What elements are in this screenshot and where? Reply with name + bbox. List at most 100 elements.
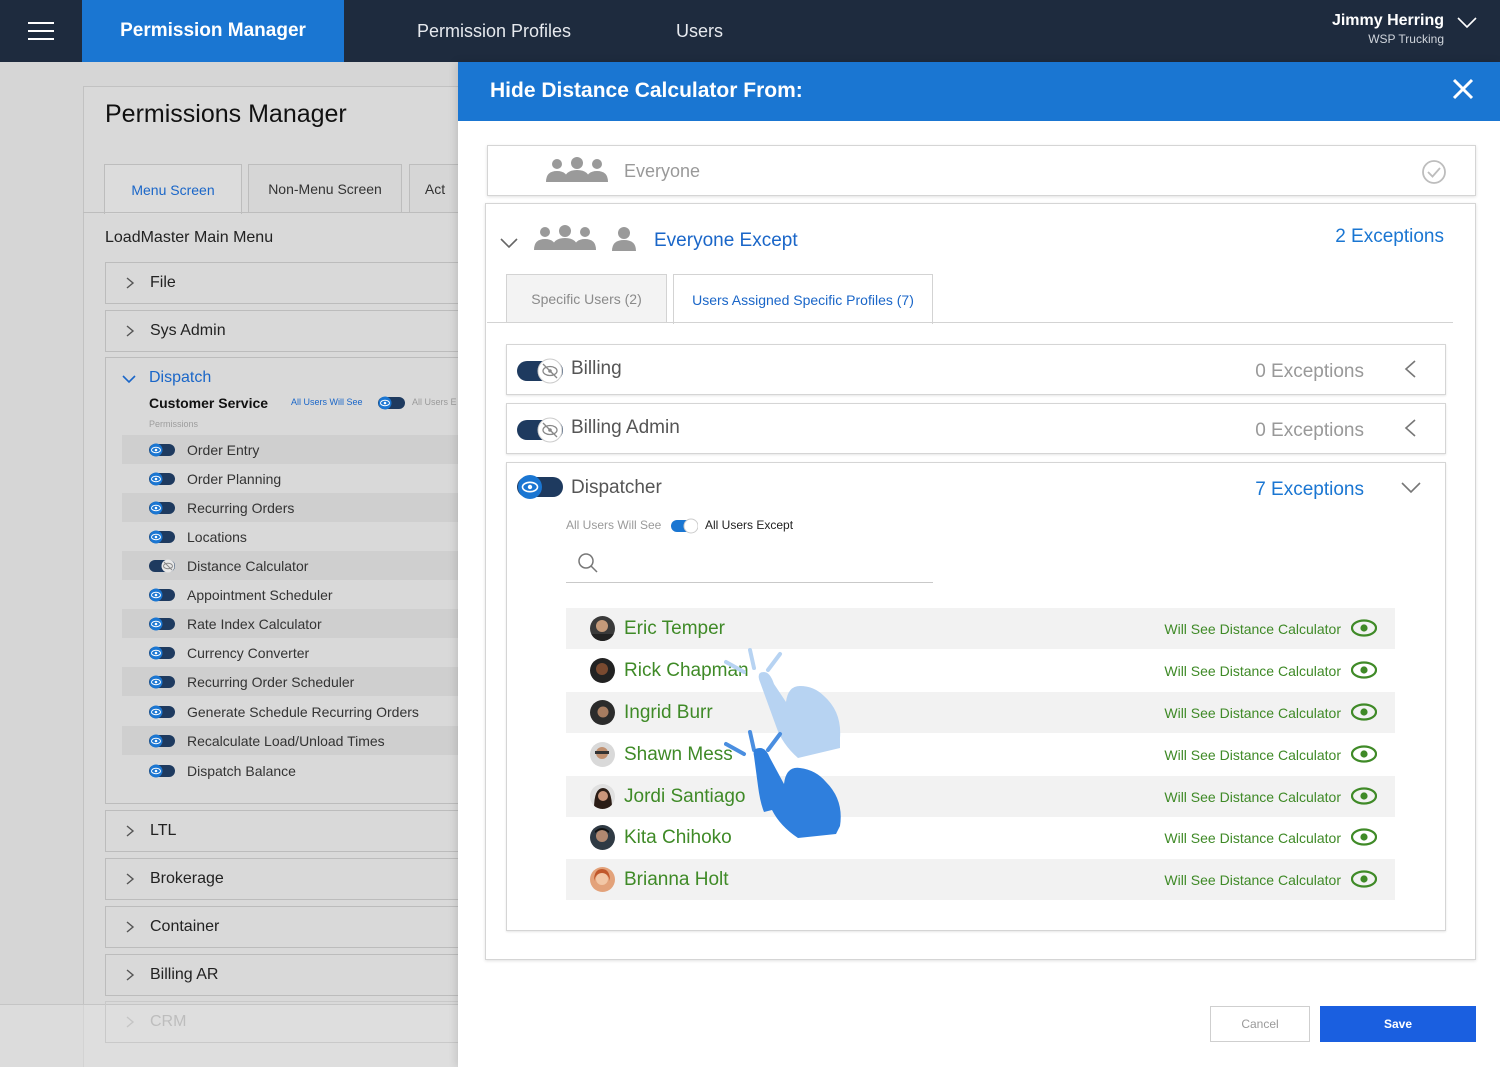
permission-row[interactable]: Recurring Order Scheduler [122,667,458,696]
eye-off-toggle[interactable] [517,358,563,384]
nav-permission-manager[interactable]: Permission Manager [82,0,344,62]
eye-toggle[interactable] [149,646,175,660]
will-see-label: Will See Distance Calculator [1164,620,1341,637]
mini-all-users-except: All Users Except [705,518,794,532]
section-crm[interactable]: CRM [105,1001,465,1043]
eye-off-toggle[interactable] [149,559,175,573]
permission-row-selected[interactable]: Distance Calculator [122,551,458,580]
eye-toggle[interactable] [149,588,175,602]
tab-non-menu-screen[interactable]: Non-Menu Screen [248,164,402,212]
mode-toggle[interactable] [671,518,698,534]
permission-label: Recalculate Load/Unload Times [187,732,385,749]
chevron-down-icon[interactable] [122,374,136,384]
eye-toggle[interactable] [517,474,563,500]
option-everyone[interactable]: Everyone [487,145,1476,196]
eye-icon[interactable] [1351,618,1377,638]
eye-icon[interactable] [1351,869,1377,889]
permission-row[interactable]: Appointment Scheduler [122,580,458,609]
eye-toggle[interactable] [149,501,175,515]
page-title: Permissions Manager [105,100,347,128]
chevron-left-icon[interactable] [1403,418,1417,438]
chevron-left-icon[interactable] [1403,359,1417,379]
eye-toggle[interactable] [149,705,175,719]
section-dispatch-label[interactable]: Dispatch [149,369,211,387]
group-icon [534,225,596,250]
user-row[interactable]: Jordi Santiago Will See Distance Calcula… [566,776,1395,817]
eye-icon[interactable] [1351,827,1377,847]
eye-toggle[interactable] [149,472,175,486]
permission-row[interactable]: Locations [122,522,458,551]
section-label: Brokerage [150,870,224,887]
chevron-down-icon[interactable] [500,237,518,249]
eye-toggle[interactable] [149,443,175,457]
hide-from-modal: Hide Distance Calculator From: Everyone … [458,62,1500,1067]
eye-toggle[interactable] [149,734,175,748]
permission-row[interactable]: Recurring Orders [122,493,458,522]
eye-icon[interactable] [1351,702,1377,722]
user-name: Brianna Holt [624,868,729,890]
user-row[interactable]: Brianna Holt Will See Distance Calculato… [566,859,1395,900]
section-label: LTL [150,822,177,839]
tab-actions[interactable]: Act [409,164,461,212]
user-name: Ingrid Burr [624,701,713,723]
section-billing-ar[interactable]: Billing AR [105,954,465,996]
chevron-down-icon[interactable] [1456,16,1478,30]
group-icon [546,157,608,182]
permission-row[interactable]: Dispatch Balance [122,756,458,785]
avatar [590,784,615,809]
permission-row[interactable]: Currency Converter [122,638,458,667]
profile-row-billing-admin[interactable]: Billing Admin 0 Exceptions [506,403,1446,454]
save-button[interactable]: Save [1320,1006,1476,1042]
section-file[interactable]: File [105,262,465,304]
user-row[interactable]: Eric Temper Will See Distance Calculator [566,608,1395,649]
profile-row-billing[interactable]: Billing 0 Exceptions [506,344,1446,395]
chevron-down-icon[interactable] [1401,481,1421,495]
eye-toggle[interactable] [149,617,175,631]
section-sys-admin[interactable]: Sys Admin [105,310,465,352]
nav-permission-profiles[interactable]: Permission Profiles [417,0,571,62]
section-ltl[interactable]: LTL [105,810,465,852]
profile-name: Dispatcher [571,477,662,498]
search-input[interactable] [566,582,933,583]
user-row[interactable]: Kita Chihoko Will See Distance Calculato… [566,817,1395,858]
mini-all-users-will-see: All Users Will See [566,518,662,532]
eye-toggle[interactable] [149,764,175,778]
section-container[interactable]: Container [105,906,465,948]
avatar [590,867,615,892]
permission-row[interactable]: Order Entry [122,435,458,464]
section-label: Billing AR [150,966,219,983]
permission-row[interactable]: Recalculate Load/Unload Times [122,726,458,755]
tab-menu-screen[interactable]: Menu Screen [104,164,242,214]
eye-toggle[interactable] [378,396,405,410]
cancel-button[interactable]: Cancel [1210,1006,1310,1042]
eye-toggle[interactable] [149,530,175,544]
will-see-label: Will See Distance Calculator [1164,871,1341,888]
permission-row[interactable]: Order Planning [122,464,458,493]
eye-icon[interactable] [1351,660,1377,680]
permission-row[interactable]: Rate Index Calculator [122,609,458,638]
user-row[interactable]: Ingrid Burr Will See Distance Calculator [566,692,1395,733]
user-menu[interactable]: Jimmy Herring WSP Trucking [1332,12,1444,46]
eye-icon[interactable] [1351,786,1377,806]
nav-users[interactable]: Users [676,0,723,62]
close-icon[interactable] [1452,78,1474,100]
tab-specific-users[interactable]: Specific Users (2) [506,274,667,323]
search-icon[interactable] [577,552,599,574]
eye-icon[interactable] [1351,744,1377,764]
permission-row[interactable]: Generate Schedule Recurring Orders [122,697,458,726]
will-see-label: Will See Distance Calculator [1164,829,1341,846]
will-see-label: Will See Distance Calculator [1164,662,1341,679]
menu-icon[interactable] [0,0,82,62]
tab-divider [487,322,1453,323]
tab-users-assigned-profiles[interactable]: Users Assigned Specific Profiles (7) [673,274,933,324]
everyone-except-label[interactable]: Everyone Except [654,230,798,252]
permission-label: Appointment Scheduler [187,586,333,603]
customer-service-label: Customer Service [149,395,269,411]
eye-toggle[interactable] [149,675,175,689]
eye-off-toggle[interactable] [517,417,563,443]
check-circle-icon [1422,160,1446,184]
all-users-will-see-label: All Users Will See [291,397,363,407]
user-row[interactable]: Rick Chapman Will See Distance Calculato… [566,650,1395,691]
user-row[interactable]: Shawn Mess Will See Distance Calculator [566,734,1395,775]
section-brokerage[interactable]: Brokerage [105,858,465,900]
